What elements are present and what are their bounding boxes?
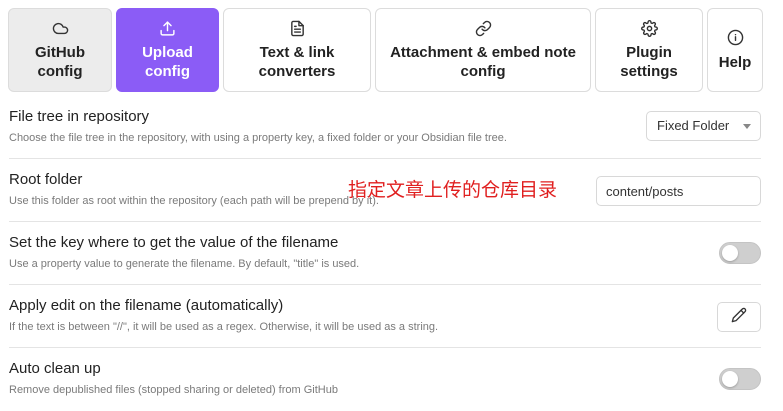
- setting-description: Use a property value to generate the fil…: [9, 258, 360, 270]
- toggle-knob: [722, 371, 738, 387]
- upload-icon: [159, 19, 177, 37]
- tab-label-line2: settings: [620, 63, 678, 80]
- root-folder-input[interactable]: [596, 176, 761, 206]
- edit-filename-button[interactable]: [717, 302, 761, 332]
- tab-label-line1: Plugin: [626, 44, 672, 61]
- tab-attachment-embed-config[interactable]: Attachment & embed note config: [375, 8, 591, 92]
- file-text-icon: [288, 19, 306, 37]
- setting-description: Use this folder as root within the repos…: [9, 195, 379, 207]
- settings-list: File tree in repository Choose the file …: [9, 96, 761, 411]
- help-circle-icon: [726, 29, 744, 47]
- link-icon: [474, 19, 492, 37]
- tab-label-line1: Upload: [142, 44, 193, 61]
- filename-key-toggle[interactable]: [719, 242, 761, 264]
- dropdown-value: Fixed Folder: [657, 118, 730, 133]
- tab-plugin-settings[interactable]: Plugin settings: [595, 8, 703, 92]
- setting-edit-filename: Apply edit on the filename (automaticall…: [9, 285, 761, 348]
- tab-github-config[interactable]: GitHub config: [8, 8, 112, 92]
- setting-filename-key: Set the key where to get the value of th…: [9, 222, 761, 285]
- setting-root-folder: Root folder Use this folder as root with…: [9, 159, 761, 222]
- setting-name: Root folder: [9, 171, 83, 188]
- setting-description: If the text is between "//", it will be …: [9, 321, 439, 333]
- setting-name: Apply edit on the filename (automaticall…: [9, 297, 284, 314]
- tab-label-line2: config: [460, 63, 506, 80]
- setting-name: Auto clean up: [9, 360, 101, 377]
- tab-label-line2: config: [145, 63, 190, 80]
- setting-description: Choose the file tree in the repository, …: [9, 132, 507, 144]
- auto-clean-toggle[interactable]: [719, 368, 761, 390]
- gear-icon: [640, 19, 658, 37]
- setting-name: Set the key where to get the value of th…: [9, 234, 339, 251]
- file-tree-dropdown[interactable]: Fixed Folder: [646, 111, 761, 141]
- annotation-note: 指定文章上传的仓库目录: [348, 179, 558, 201]
- tab-label-line1: Help: [718, 53, 752, 71]
- setting-auto-clean: Auto clean up Remove depublished files (…: [9, 348, 761, 411]
- tab-label-line2: config: [37, 63, 83, 80]
- tab-label-line2: converters: [258, 63, 336, 80]
- settings-tabs: GitHub config Upload config Text & link …: [8, 8, 775, 92]
- setting-description: Remove depublished files (stopped sharin…: [9, 384, 338, 396]
- toggle-knob: [722, 245, 738, 261]
- cloud-icon: [51, 19, 69, 37]
- tab-text-link-converters[interactable]: Text & link converters: [223, 8, 371, 92]
- tab-label-line1: GitHub: [35, 44, 85, 61]
- chevron-down-icon: [743, 124, 751, 129]
- pencil-icon: [731, 307, 747, 328]
- tab-label-line1: Attachment & embed note: [390, 44, 576, 61]
- tab-help[interactable]: Help: [707, 8, 763, 92]
- tab-label-line1: Text & link: [259, 44, 335, 61]
- setting-name: File tree in repository: [9, 108, 150, 125]
- setting-file-tree: File tree in repository Choose the file …: [9, 96, 761, 159]
- tab-upload-config[interactable]: Upload config: [116, 8, 219, 92]
